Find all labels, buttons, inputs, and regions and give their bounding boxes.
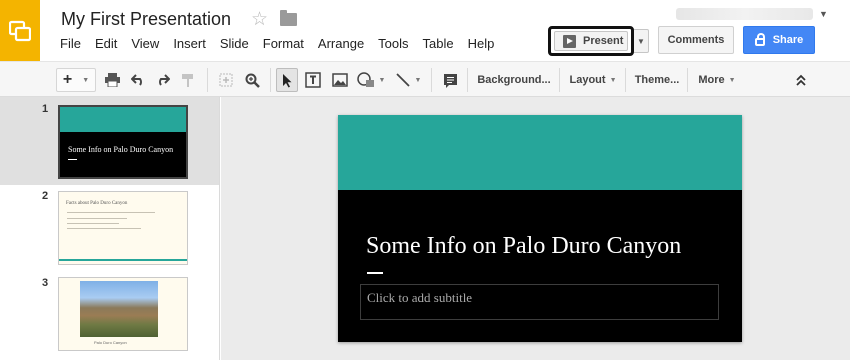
redo-icon[interactable] [152,68,172,92]
slide-filmstrip: 1 Some Info on Palo Duro Canyon 2 Facts … [0,97,220,360]
present-label: Present [583,35,624,47]
more-button[interactable]: More ▼ [690,68,744,92]
undo-icon[interactable] [128,68,148,92]
slide-title[interactable]: Some Info on Palo Duro Canyon [366,233,681,260]
select-cursor-icon[interactable] [276,68,298,92]
print-icon[interactable] [102,68,122,92]
thumbnail-title: Facts about Palo Duro Canyon [66,201,128,206]
toolbar-divider [625,68,626,92]
collapse-icon[interactable] [790,68,812,92]
shape-button[interactable]: ▼ [354,68,388,92]
menu-bar: File Edit View Insert Slide Format Arran… [60,36,508,51]
lock-icon [754,33,765,46]
toolbar: + ▼ ▼ ▼ Background... Layout ▼ Theme... … [0,61,850,97]
menu-file[interactable]: File [60,36,81,51]
menu-edit[interactable]: Edit [95,36,117,51]
slides-app: My First Presentation ☆ File Edit View I… [0,0,850,360]
more-label: More [698,74,725,86]
menu-slide[interactable]: Slide [220,36,249,51]
account-caret-icon[interactable]: ▼ [819,9,828,19]
menu-arrange[interactable]: Arrange [318,36,364,51]
thumbnail-text-line [67,223,119,224]
play-icon [563,34,576,48]
slide-title-rule [367,272,383,274]
menu-view[interactable]: View [131,36,159,51]
zoom-icon[interactable] [242,68,262,92]
slides-logo[interactable] [0,0,40,61]
slide-number: 3 [42,277,49,289]
menu-help[interactable]: Help [468,36,495,51]
menu-insert[interactable]: Insert [173,36,206,51]
slide-header-band [338,115,742,190]
image-icon[interactable] [330,68,350,92]
share-label: Share [772,34,804,46]
toolbar-divider [559,68,560,92]
shape-icon [356,72,374,87]
thumbnail-caption: Palo Duro Canyon [94,340,127,345]
star-icon[interactable]: ☆ [251,8,268,31]
new-slide-button[interactable]: + ▼ [56,68,96,92]
toolbar-divider [207,68,208,92]
toolbar-divider [431,68,432,92]
chevron-down-icon: ▼ [82,76,90,84]
thumbnail-text-line [67,212,155,213]
chevron-down-icon: ▼ [609,76,617,84]
theme-button[interactable]: Theme... [628,68,686,92]
thumbnail-band [60,107,186,132]
line-button[interactable]: ▼ [392,68,424,92]
layout-label: Layout [569,74,606,86]
comments-button[interactable]: Comments [658,26,734,54]
chevron-down-icon: ▼ [414,76,422,84]
account-area[interactable] [676,8,813,20]
menu-tools[interactable]: Tools [378,36,408,51]
thumbnail-title: Some Info on Palo Duro Canyon [68,145,174,154]
slide-number: 2 [42,190,49,202]
slides-icon [9,20,31,41]
thumbnail-text-line [67,228,141,229]
line-icon [395,73,410,87]
chevron-down-icon: ▼ [378,76,386,84]
slide-thumbnail-2[interactable]: Facts about Palo Duro Canyon [58,191,188,265]
document-title[interactable]: My First Presentation [61,9,231,30]
slide-number: 1 [42,103,49,115]
background-button[interactable]: Background... [470,68,558,92]
subtitle-placeholder-box[interactable]: Click to add subtitle [360,284,719,320]
menu-format[interactable]: Format [263,36,304,51]
subtitle-placeholder: Click to add subtitle [367,290,473,305]
paint-format-icon[interactable] [178,68,198,92]
thumbnail-text-line [67,218,127,219]
layout-button[interactable]: Layout ▼ [562,68,624,92]
thumbnail-rule [68,159,77,160]
speaker-notes-icon[interactable] [440,68,460,92]
canyon-photo [80,281,158,337]
zoom-fit-icon[interactable] [216,68,236,92]
new-slide-label: + [62,71,73,88]
chevron-down-icon: ▼ [728,76,736,84]
present-options-button[interactable]: ▼ [634,29,649,53]
current-slide[interactable]: Some Info on Palo Duro Canyon Click to a… [338,115,742,342]
toolbar-divider [270,68,271,92]
present-highlight: Present [548,26,634,56]
toolbar-divider [687,68,688,92]
slide-thumbnail-1[interactable]: Some Info on Palo Duro Canyon [58,105,188,179]
slide-thumbnail-3[interactable]: Palo Duro Canyon [58,277,188,351]
share-button[interactable]: Share [743,26,815,54]
thumbnail-band [59,259,187,261]
text-box-icon[interactable] [303,68,323,92]
menu-table[interactable]: Table [423,36,454,51]
folder-icon[interactable] [280,10,297,26]
present-button[interactable]: Present [554,31,628,51]
toolbar-divider [467,68,468,92]
